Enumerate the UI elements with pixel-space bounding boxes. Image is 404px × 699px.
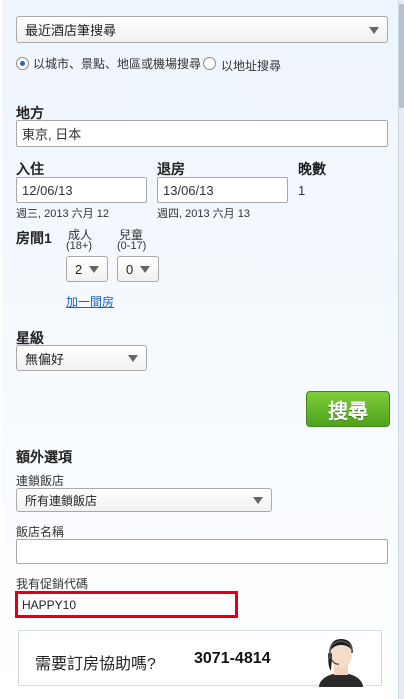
checkout-input[interactable]: 13/06/13 [157, 177, 288, 203]
nights-value: 1 [298, 183, 306, 198]
star-select[interactable]: 無偏好 [16, 345, 147, 371]
children-select[interactable]: 0 [117, 256, 159, 282]
checkin-input[interactable]: 12/06/13 [16, 177, 147, 203]
promo-code-value: HAPPY10 [22, 597, 77, 612]
hotel-name-label: 飯店名稱 [16, 525, 65, 539]
checkout-label: 退房 [157, 161, 185, 177]
star-value: 無偏好 [25, 351, 65, 367]
chevron-down-icon [369, 26, 379, 34]
children-value: 0 [126, 261, 134, 277]
checkout-date-text: 週四, 2013 六月 13 [157, 208, 250, 220]
add-room-link[interactable]: 加一間房 [66, 293, 114, 310]
chain-select[interactable]: 所有連鎖飯店 [16, 488, 272, 512]
help-phone: 3071-4814 [194, 650, 271, 667]
adults-value: 2 [75, 261, 83, 277]
radio-city-label[interactable]: 以城市、景點、地區或機場搜尋 [33, 57, 203, 72]
promo-code-input[interactable]: HAPPY10 [15, 591, 238, 618]
checkin-label: 入住 [16, 161, 44, 177]
hotel-name-input[interactable] [16, 539, 388, 564]
chevron-down-icon [89, 266, 99, 273]
chevron-down-icon [253, 497, 263, 504]
destination-input[interactable]: 東京, 日本 [16, 120, 388, 147]
destination-value: 東京, 日本 [22, 127, 82, 142]
checkin-value: 12/06/13 [22, 182, 73, 198]
chain-label: 連鎖飯店 [16, 474, 65, 488]
radio-city-search[interactable] [16, 57, 29, 70]
adults-select[interactable]: 2 [66, 256, 108, 282]
search-panel: 最近酒店筆搜尋 以城市、景點、地區或機場搜尋 以地址搜尋 地方 東京, 日本 入… [2, 0, 399, 699]
chain-value: 所有連鎖飯店 [25, 493, 98, 508]
radio-address-label[interactable]: 以地址搜尋 [221, 57, 281, 74]
chevron-down-icon [128, 355, 138, 362]
radio-address-search[interactable] [203, 57, 216, 70]
scrollbar[interactable] [399, 0, 404, 699]
adults-age: (18+) [66, 240, 92, 252]
room-label: 房間1 [16, 230, 52, 246]
checkin-date-text: 週三, 2013 六月 12 [16, 208, 109, 220]
recent-search-select[interactable]: 最近酒店筆搜尋 [16, 16, 388, 43]
help-banner: 需要訂房協助嗎? 3071-4814 [18, 630, 382, 687]
support-agent-image [319, 639, 363, 687]
help-question: 需要訂房協助嗎? [35, 656, 156, 673]
checkout-value: 13/06/13 [163, 182, 214, 198]
extra-options-title: 額外選項 [16, 449, 72, 465]
children-age: (0-17) [117, 240, 147, 252]
nights-label: 晚數 [298, 161, 326, 177]
chevron-down-icon [140, 266, 150, 273]
search-button[interactable]: 搜尋 [306, 391, 390, 427]
promo-label: 我有促銷代碼 [16, 577, 89, 591]
scrollbar-thumb[interactable] [399, 4, 404, 108]
recent-search-value: 最近酒店筆搜尋 [25, 23, 117, 38]
